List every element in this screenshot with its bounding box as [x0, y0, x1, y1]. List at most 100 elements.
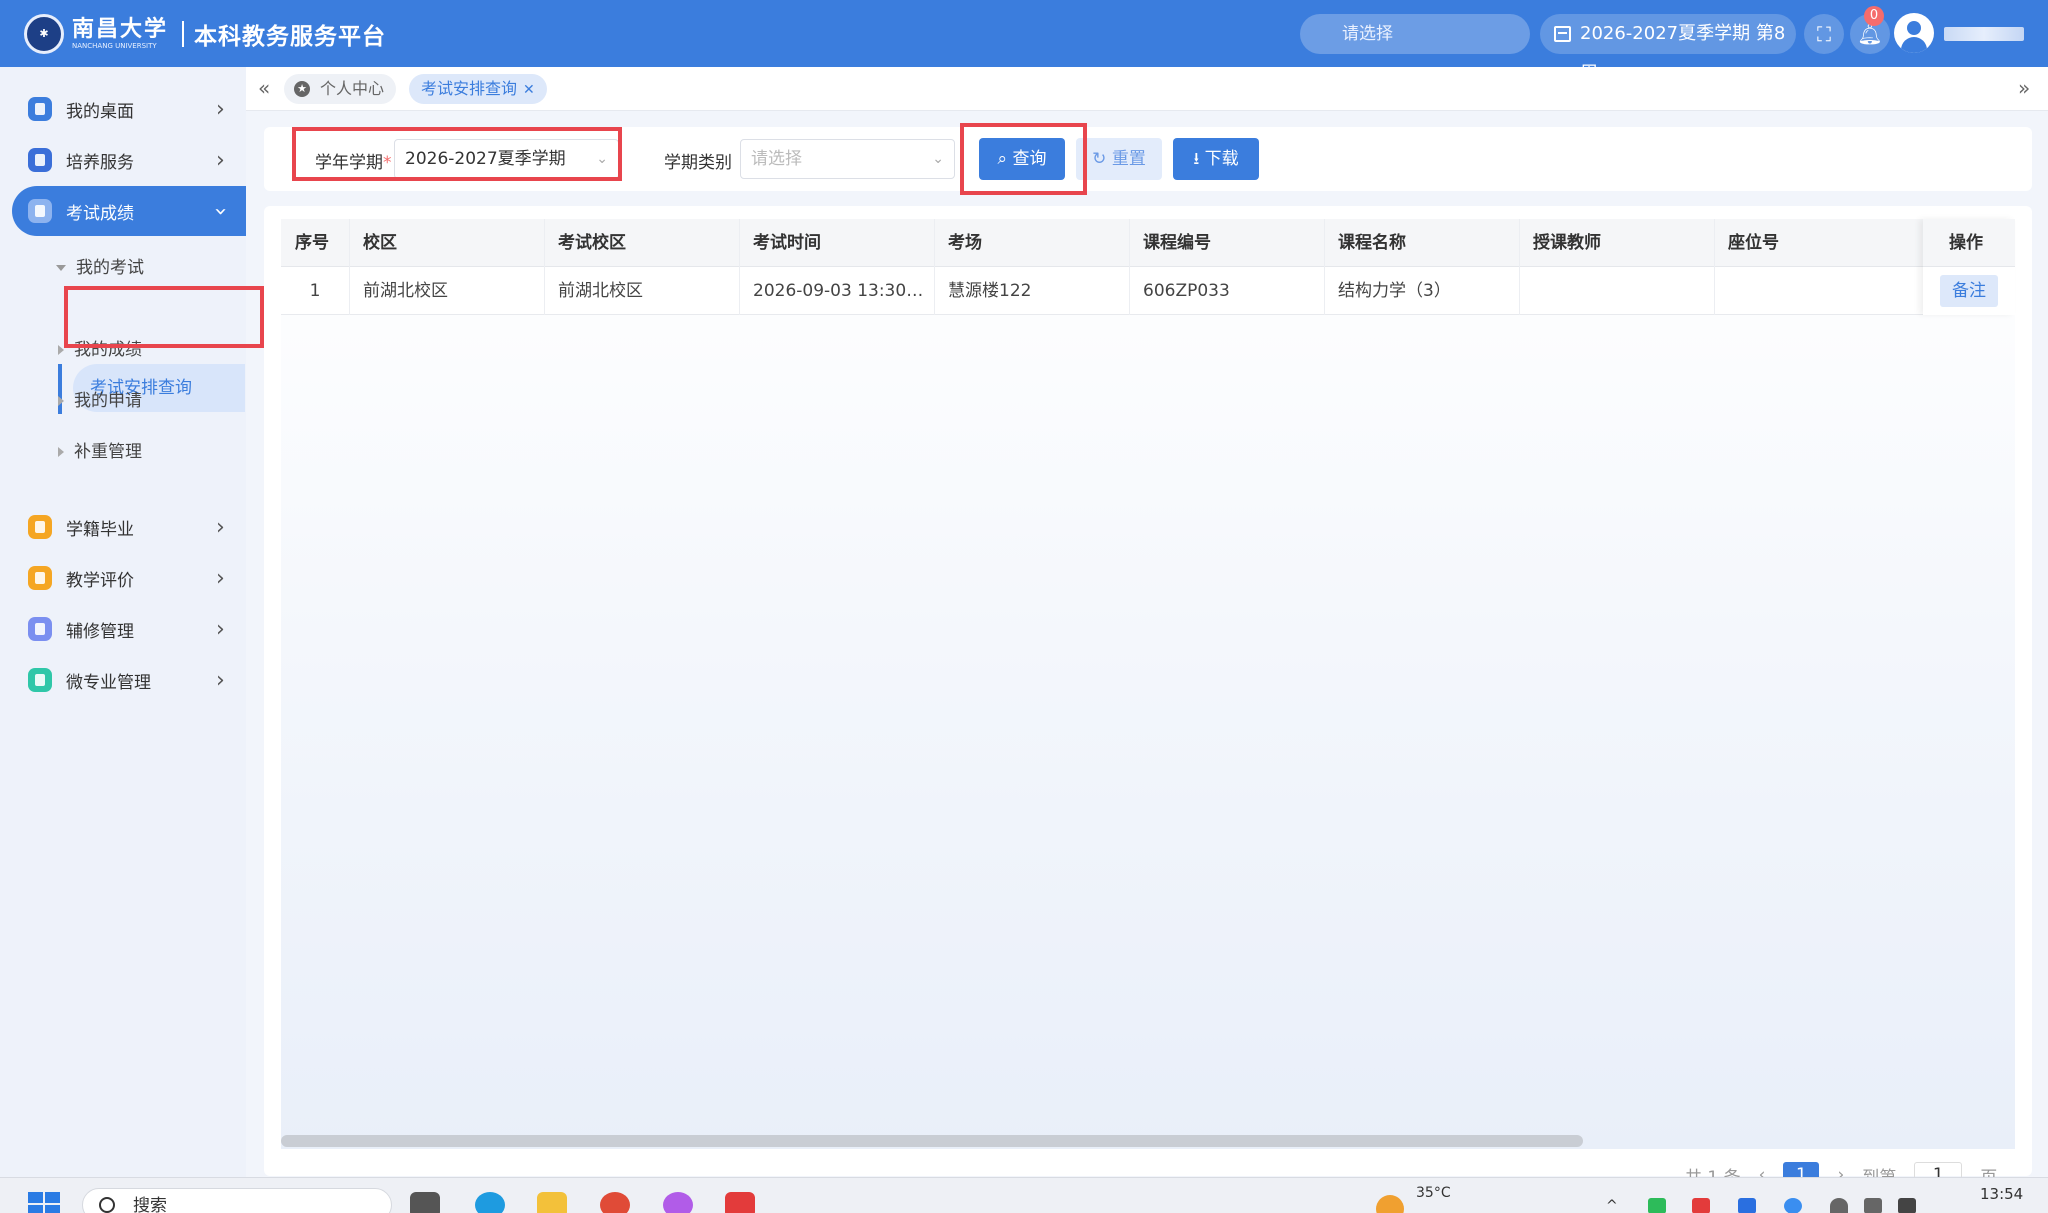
caret-right-icon [58, 447, 64, 457]
windows-start-icon[interactable] [28, 1192, 62, 1213]
column-header: 授课教师 [1533, 233, 1601, 253]
sidebar-item-label: 辅修管理 [66, 621, 134, 642]
chevron-right-icon: › [216, 565, 225, 591]
taskbar-search[interactable]: 搜索 [82, 1188, 392, 1213]
collapse-left-icon[interactable]: « [258, 76, 270, 100]
seal-icon: ✱ [24, 13, 64, 54]
column-header: 校区 [363, 233, 397, 253]
sidebar-item-training[interactable]: 培养服务 › [0, 135, 246, 185]
home-star-icon: ★ [294, 81, 310, 97]
sidebar-item-graduation[interactable]: 学籍毕业 › [0, 502, 246, 552]
results-panel: 序号 校区 考试校区 考试时间 考场 课程编号 课程名称 授课教师 座位号 1 … [264, 206, 2032, 1176]
temperature: 35°C [1416, 1185, 1451, 1201]
submenu-label: 补重管理 [74, 442, 142, 462]
submenu-label: 我的申请 [74, 391, 142, 411]
app-title: 本科教务服务平台 [194, 23, 387, 50]
sidebar: 我的桌面 › 培养服务 › 考试成绩 › 我的考试 考试安排查询 我的成绩 我的… [0, 67, 246, 1177]
refresh-icon: ↻ [1092, 149, 1107, 169]
header-divider [182, 20, 185, 47]
close-icon[interactable]: ✕ [523, 82, 535, 98]
sidebar-item-label: 考试成绩 [66, 203, 134, 224]
cell-course-name: 结构力学（3） [1338, 281, 1451, 301]
cloud-icon[interactable] [1784, 1198, 1802, 1213]
file-explorer-icon[interactable] [537, 1192, 567, 1213]
header-select[interactable]: 请选择 [1300, 14, 1530, 54]
logo-name: 南昌大学 [72, 15, 169, 42]
university-logo[interactable]: ✱ 南昌大学 NANCHANG UNIVERSITY [24, 13, 169, 54]
sidebar-item-label: 教学评价 [66, 570, 134, 591]
chrome-icon[interactable] [600, 1192, 630, 1213]
search-icon [99, 1197, 115, 1213]
calendar-icon [1554, 26, 1571, 42]
sidebar-item-label: 我的桌面 [66, 101, 134, 122]
cell-teacher [1519, 267, 1714, 315]
chevron-right-icon: › [216, 147, 225, 173]
cell-seat [1714, 267, 1909, 315]
avatar[interactable] [1894, 13, 1934, 53]
term-type-select[interactable]: 请选择 ⌄ [740, 139, 955, 179]
desktop-icon [28, 97, 52, 121]
cell-exam-campus: 前湖北校区 [558, 281, 643, 301]
table-header: 序号 校区 考试校区 考试时间 考场 课程编号 课程名称 授课教师 座位号 [281, 219, 2015, 267]
sidebar-item-micro-major[interactable]: 微专业管理 › [0, 655, 246, 705]
horizontal-scrollbar[interactable] [281, 1135, 1583, 1147]
feishu-icon[interactable] [1738, 1198, 1756, 1213]
notification-badge: 0 [1864, 6, 1884, 26]
chevron-right-icon: › [216, 514, 225, 540]
fullscreen-button[interactable]: ⛶ [1804, 14, 1844, 54]
tab-personal-center[interactable]: ★ 个人中心 [284, 74, 397, 104]
chevron-right-icon: › [216, 616, 225, 642]
bell-icon: 🔔︎ [1857, 22, 1883, 46]
graduation-icon [28, 515, 52, 539]
column-header: 课程编号 [1143, 233, 1211, 253]
volume-muted-icon[interactable] [1864, 1198, 1882, 1213]
cell-index: 1 [309, 281, 321, 301]
column-header: 座位号 [1728, 233, 1779, 253]
submenu-my-exam[interactable]: 我的考试 [56, 250, 144, 286]
sidebar-item-label: 培养服务 [66, 152, 134, 173]
download-button[interactable]: ⭳ 下载 [1173, 138, 1259, 180]
sidebar-item-label: 微专业管理 [66, 672, 151, 693]
sidebar-item-evaluation[interactable]: 教学评价 › [0, 553, 246, 603]
term-type-label: 学期类别 [664, 153, 732, 173]
cell-course-code: 606ZP033 [1143, 281, 1230, 301]
taskbar-search-label: 搜索 [133, 1196, 167, 1213]
tab-exam-schedule[interactable]: 考试安排查询 ✕ [409, 74, 547, 104]
reset-button[interactable]: ↻ 重置 [1076, 138, 1162, 180]
browser-app-icon[interactable] [663, 1192, 693, 1213]
note-button[interactable]: 备注 [1940, 275, 1998, 307]
column-header: 考试校区 [558, 233, 626, 253]
wps-tray-icon[interactable] [1692, 1198, 1710, 1213]
submenu-retake[interactable]: 补重管理 [56, 434, 142, 470]
cell-exam-room: 慧源楼122 [948, 281, 1032, 301]
sidebar-item-exam[interactable]: 考试成绩 › [12, 186, 246, 236]
sidebar-item-minor[interactable]: 辅修管理 › [0, 604, 246, 654]
chevron-right-icon: › [216, 96, 225, 122]
exam-table: 序号 校区 考试校区 考试时间 考场 课程编号 课程名称 授课教师 座位号 1 … [281, 219, 2015, 1149]
sidebar-item-desktop[interactable]: 我的桌面 › [0, 84, 246, 134]
task-view-icon[interactable] [410, 1192, 440, 1213]
download-icon: ⭳ [1193, 149, 1200, 169]
chevron-right-icon: › [216, 667, 225, 693]
wifi-icon[interactable] [1830, 1198, 1848, 1213]
weather-sun-icon[interactable] [1376, 1195, 1404, 1213]
wechat-icon[interactable] [1648, 1198, 1666, 1213]
chevron-down-icon: ⌄ [932, 151, 944, 167]
clock: 13:54 [1980, 1185, 2024, 1203]
tray-expand-icon[interactable]: ^ [1606, 1198, 1624, 1213]
cell-campus: 前湖北校区 [363, 281, 448, 301]
minor-icon [28, 617, 52, 641]
collapse-right-icon[interactable]: » [2018, 76, 2030, 100]
submenu-my-applications[interactable]: 我的申请 [56, 383, 142, 419]
submenu-label: 我的考试 [76, 258, 144, 278]
chevron-down-icon: › [207, 206, 233, 216]
caret-right-icon [58, 396, 64, 406]
wps-icon[interactable] [725, 1192, 755, 1213]
battery-icon[interactable] [1898, 1198, 1916, 1213]
current-term-badge[interactable]: 2026-2027夏季学期 第8周 [1540, 14, 1796, 84]
sidebar-item-label: 学籍毕业 [66, 519, 134, 540]
evaluation-icon [28, 566, 52, 590]
username-redacted[interactable] [1944, 27, 2024, 41]
edge-browser-icon[interactable] [475, 1192, 505, 1213]
table-row[interactable]: 1 前湖北校区 前湖北校区 2026-09-03 13:30~… 慧源楼122 … [281, 267, 2015, 315]
